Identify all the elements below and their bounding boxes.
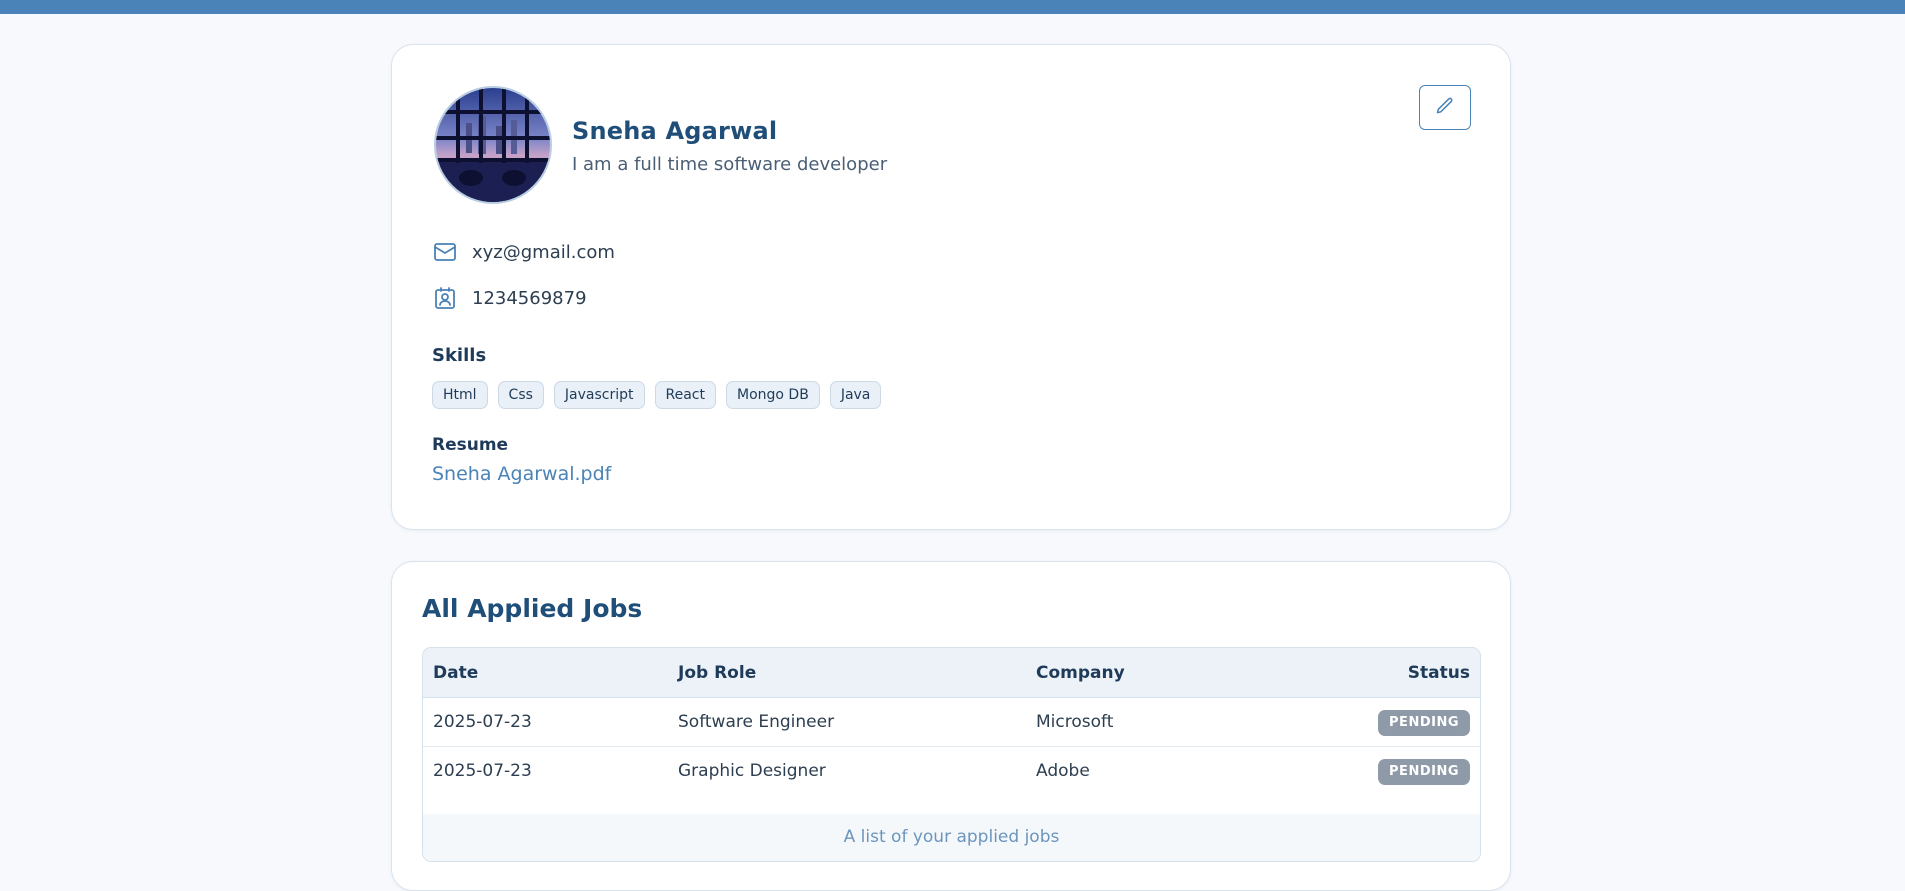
row-job-role: Software Engineer	[678, 712, 835, 732]
column-header-company: Company	[1036, 663, 1125, 683]
profile-name: Sneha Agarwal	[572, 117, 778, 145]
status-badge: PENDING	[1378, 710, 1470, 736]
skill-chip: Mongo DB	[726, 381, 820, 409]
row-company: Microsoft	[1036, 712, 1114, 732]
profile-bio: I am a full time software developer	[572, 154, 888, 175]
edit-profile-button[interactable]	[1419, 85, 1471, 130]
table-header: Date Job Role Company Status	[423, 648, 1480, 698]
skill-chip: Javascript	[553, 381, 645, 409]
table-row: 2025-07-23 Software Engineer Microsoft P…	[423, 698, 1480, 747]
status-badge: PENDING	[1378, 759, 1470, 785]
pencil-icon	[1435, 96, 1455, 120]
column-header-date: Date	[433, 663, 479, 683]
skills-list: Html Css Javascript React Mongo DB Java	[432, 381, 882, 409]
contact-card-icon	[432, 285, 458, 311]
applied-jobs-table: Date Job Role Company Status 2025-07-23 …	[422, 647, 1481, 862]
row-job-role: Graphic Designer	[678, 761, 826, 781]
column-header-status: Status	[1407, 663, 1470, 683]
row-date: 2025-07-23	[433, 712, 532, 732]
applied-jobs-card: All Applied Jobs Date Job Role Company S…	[391, 561, 1511, 891]
applied-jobs-title: All Applied Jobs	[422, 594, 643, 623]
profile-card: Sneha Agarwal I am a full time software …	[391, 44, 1511, 530]
row-date: 2025-07-23	[433, 761, 532, 781]
email-row: xyz@gmail.com	[432, 239, 615, 265]
table-row: 2025-07-23 Graphic Designer Adobe PENDIN…	[423, 747, 1480, 796]
top-bar	[0, 0, 1905, 14]
row-company: Adobe	[1036, 761, 1090, 781]
table-caption: A list of your applied jobs	[423, 814, 1480, 861]
resume-link[interactable]: Sneha Agarwal.pdf	[432, 463, 611, 485]
resume-heading: Resume	[432, 435, 509, 455]
phone-row: 1234569879	[432, 285, 587, 311]
email-value: xyz@gmail.com	[472, 241, 615, 263]
skill-chip: React	[654, 381, 716, 409]
mail-icon	[432, 239, 458, 265]
column-header-job-role: Job Role	[678, 663, 757, 683]
avatar	[434, 86, 552, 204]
skill-chip: Html	[432, 381, 488, 409]
skill-chip: Java	[829, 381, 882, 409]
phone-value: 1234569879	[472, 287, 587, 309]
skills-heading: Skills	[432, 345, 487, 366]
skill-chip: Css	[497, 381, 544, 409]
